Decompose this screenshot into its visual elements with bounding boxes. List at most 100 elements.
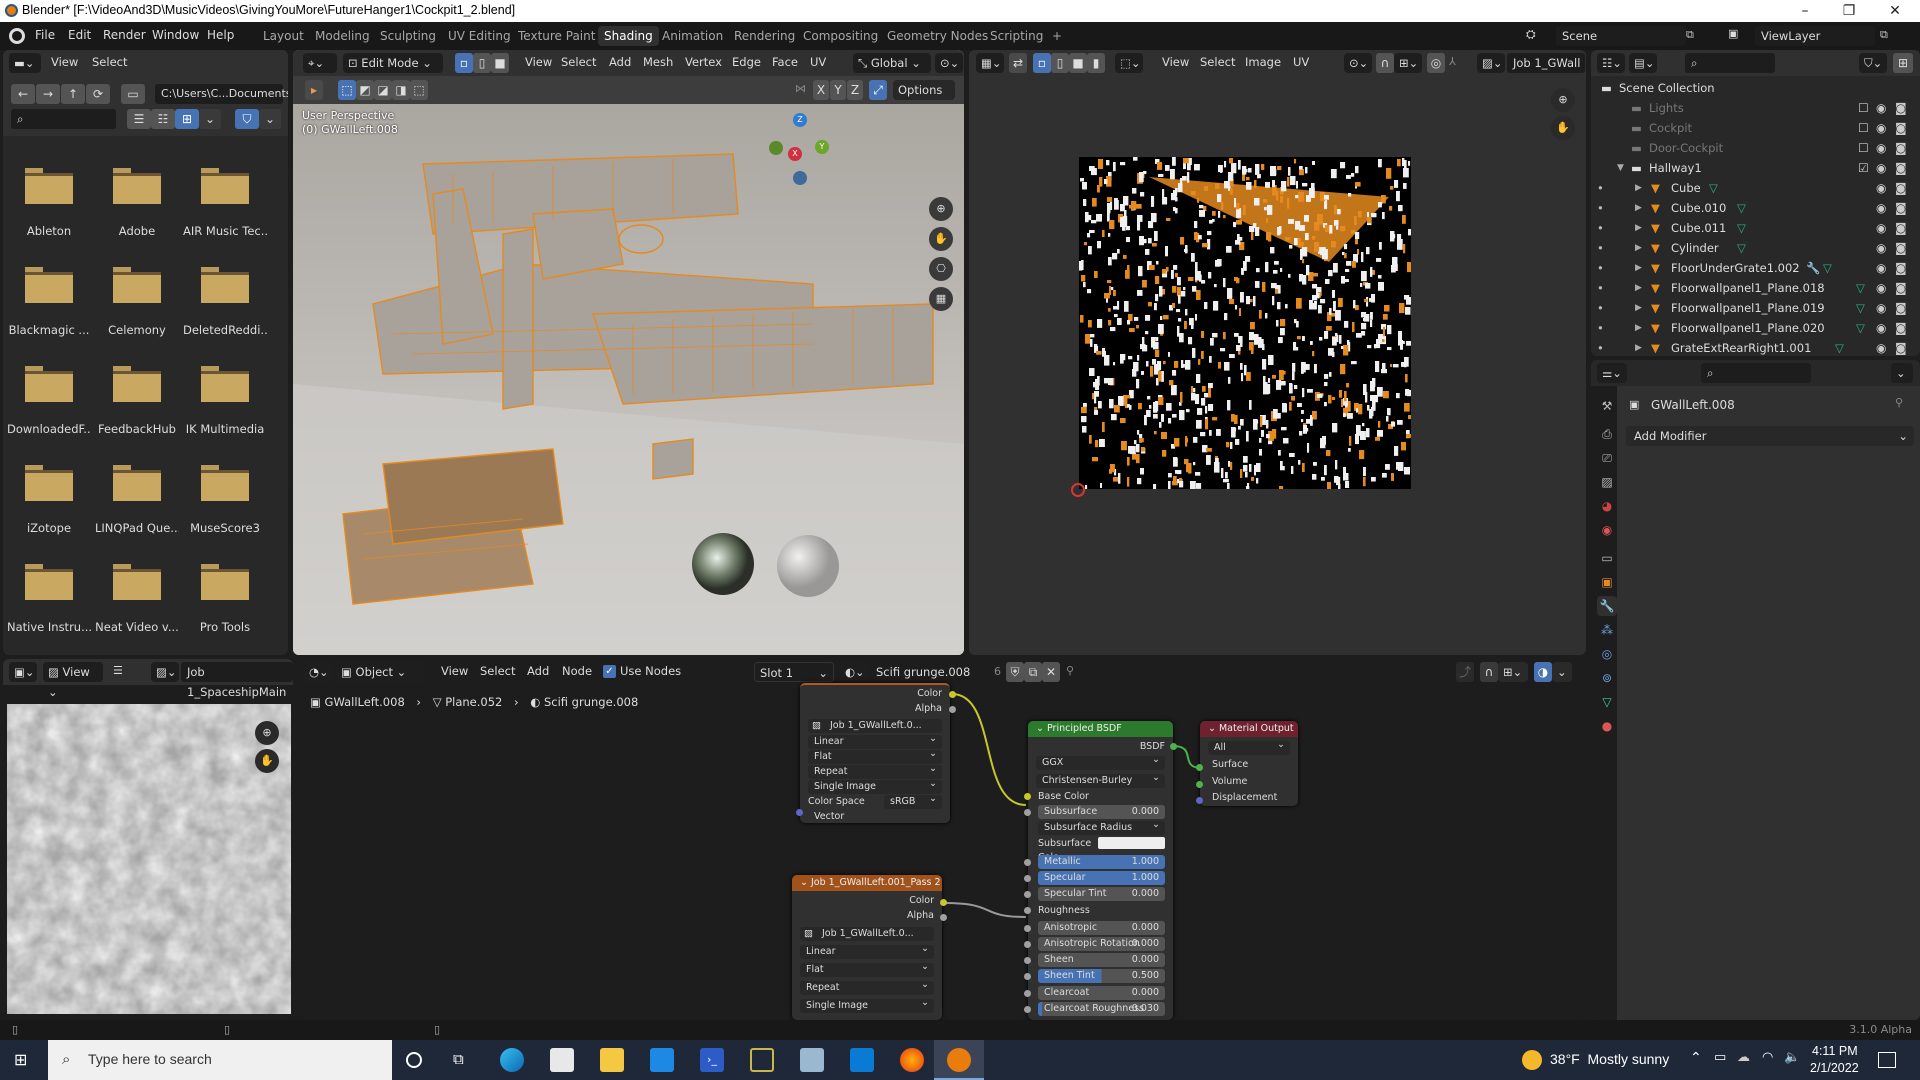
socket-metallic[interactable]: [1024, 859, 1031, 866]
editor-type-image-icon[interactable]: ▣⌄: [9, 662, 37, 682]
subsurface-method-dropdown[interactable]: Christensen-Burley: [1036, 771, 1165, 788]
camera-view-icon[interactable]: ⎔: [929, 257, 953, 281]
mirror-y-toggle[interactable]: Y: [830, 80, 846, 100]
outliner-collection-row[interactable]: ▬ Door-Cockpit ☐ ◉ ◙: [1591, 138, 1920, 158]
outliner-collection-row[interactable]: ▬ Cockpit ☐ ◉ ◙: [1591, 118, 1920, 138]
outliner-object-row[interactable]: • ▶ ▼ FloorUnderGrate1.002 🔧 ▽ ◉ ◙: [1591, 258, 1920, 278]
face-select-icon[interactable]: ■: [491, 53, 509, 73]
view-dropdown[interactable]: ▨ View ⌄: [43, 662, 103, 699]
directory-path-field[interactable]: C:\Users\C...Documents\: [155, 84, 288, 104]
editor-type-3d-icon[interactable]: ⌖⌄: [303, 53, 337, 73]
mesh-data-icon[interactable]: ▽: [1737, 218, 1746, 238]
camera-icon[interactable]: ◙: [1895, 198, 1907, 218]
socket-color[interactable]: [949, 691, 956, 698]
camera-icon[interactable]: ◙: [1895, 158, 1907, 178]
socket-alpha[interactable]: [940, 914, 947, 921]
image-name-field[interactable]: Job 1_SpaceshipMain: [181, 662, 293, 699]
param-clearcoat-roughness[interactable]: Clearcoat Roughness 0.030: [1038, 1002, 1165, 1016]
transform-orientation-selector[interactable]: ⤡ Global ⌄: [853, 53, 931, 73]
material-tab-icon[interactable]: ●: [1597, 716, 1617, 736]
socket-bsdf[interactable]: [1170, 743, 1177, 750]
param-specular[interactable]: Specular 1.000: [1038, 871, 1165, 885]
folder-item[interactable]: IK Multimedia: [183, 366, 267, 436]
expand-arrow-icon[interactable]: ▶: [1635, 198, 1642, 218]
select-intersect-icon[interactable]: ⬚: [410, 80, 428, 100]
interpolation-dropdown[interactable]: Linear: [800, 942, 934, 959]
menu-select[interactable]: Select: [92, 55, 127, 69]
expand-arrow-icon[interactable]: ▶: [1635, 318, 1642, 338]
image-texture-node-1[interactable]: Color Alpha ▨ Job 1_GWallLeft.0... Linear…: [800, 683, 950, 823]
menu-view[interactable]: View: [1162, 55, 1189, 69]
pan-hand-icon[interactable]: ✋: [255, 749, 279, 773]
param-metallic[interactable]: Metallic 1.000: [1038, 855, 1165, 869]
exclude-checkbox[interactable]: ☐: [1858, 138, 1869, 158]
mirror-icon[interactable]: ⋈: [795, 82, 806, 95]
socket-anisotropic[interactable]: [1024, 925, 1031, 932]
param-sheen[interactable]: Sheen 0.000: [1038, 953, 1165, 967]
file-explorer-icon[interactable]: [600, 1048, 624, 1072]
subsurface-color-swatch[interactable]: [1098, 837, 1165, 849]
subsurface-radius-dropdown[interactable]: Subsurface Radius: [1038, 818, 1165, 835]
socket-specular[interactable]: [1024, 875, 1031, 882]
outliner-object-row[interactable]: • ▶ ▼ Floorwallpanel1_Plane.018 ▽ ◉ ◙: [1591, 278, 1920, 298]
task-view-icon[interactable]: ⧉: [453, 1050, 464, 1068]
param-anisotropic-rotation[interactable]: Anisotropic Rotation 0.000: [1038, 937, 1165, 951]
uv-texture-image[interactable]: [1079, 157, 1414, 496]
source-dropdown[interactable]: Single Image: [800, 996, 934, 1013]
uv-snap-icon[interactable]: ∩: [1376, 53, 1394, 73]
volume-icon[interactable]: 🔈: [1784, 1050, 1800, 1065]
show-hidden-icons-chevron[interactable]: ⌃: [1690, 1050, 1702, 1066]
clock-date[interactable]: 2/1/2022: [1810, 1061, 1859, 1075]
hamburger-menu-icon[interactable]: ☰: [113, 664, 123, 677]
mirror-z-toggle[interactable]: Z: [847, 80, 863, 100]
menu-file[interactable]: File: [35, 28, 55, 42]
pan-hand-icon[interactable]: ✋: [929, 227, 953, 251]
view-layer-icon[interactable]: ▣: [1728, 27, 1738, 40]
eye-icon[interactable]: ◉: [1876, 298, 1886, 318]
uv-island-select-icon[interactable]: ▮: [1087, 53, 1105, 73]
param-specular-tint[interactable]: Specular Tint 0.000: [1038, 887, 1165, 901]
outliner-object-row[interactable]: • ▶ ▼ Cylinder ▽ ◉ ◙: [1591, 238, 1920, 258]
pan-hand-icon[interactable]: ✋: [1551, 116, 1575, 140]
camera-icon[interactable]: ◙: [1895, 298, 1907, 318]
projection-dropdown[interactable]: Flat: [808, 747, 942, 764]
gizmo-neg-z[interactable]: [793, 171, 807, 185]
socket-sheen-tint[interactable]: [1024, 973, 1031, 980]
outliner-object-row[interactable]: • ▶ ▼ Cube.010 ▽ ◉ ◙: [1591, 198, 1920, 218]
eye-icon[interactable]: ◉: [1876, 318, 1886, 338]
refresh-icon[interactable]: ⟳: [86, 84, 110, 104]
collection-tab-icon[interactable]: ▭: [1597, 548, 1617, 568]
expand-arrow-icon[interactable]: ▶: [1635, 298, 1642, 318]
camera-icon[interactable]: ◙: [1895, 118, 1907, 138]
outliner-scene-collection[interactable]: ▬ Scene Collection: [1591, 78, 1920, 98]
modifier-tab-icon[interactable]: 🔧: [1597, 596, 1617, 616]
distribution-dropdown[interactable]: GGX: [1036, 753, 1165, 770]
image-selector[interactable]: ▨ Job 1_GWallLeft.0...: [800, 927, 934, 941]
new-scene-icon[interactable]: ⧉: [1686, 28, 1694, 42]
tab-scripting[interactable]: Scripting: [984, 26, 1049, 46]
vertical-list-icon[interactable]: ☰: [127, 109, 151, 129]
select-subtract-icon[interactable]: ◪: [374, 80, 392, 100]
vscode-icon[interactable]: [850, 1048, 874, 1072]
menu-edit[interactable]: Edit: [68, 28, 91, 42]
socket-color[interactable]: [940, 899, 947, 906]
powershell-icon[interactable]: ›_: [700, 1048, 724, 1072]
minimize-button[interactable]: –: [1782, 0, 1828, 22]
file-search-input[interactable]: ⌕: [11, 109, 116, 129]
expand-arrow-icon[interactable]: ▶: [1635, 218, 1642, 238]
scene-selector[interactable]: Scene: [1556, 26, 1686, 46]
3d-viewport-area[interactable]: ⌖⌄ ⊡ Edit Mode ⌄ ▫ ▯ ■ View Select Add M…: [293, 50, 964, 655]
camera-icon[interactable]: ◙: [1895, 138, 1907, 158]
folder-item[interactable]: iZotope: [7, 465, 91, 535]
socket-displacement[interactable]: [1196, 797, 1203, 804]
uv-vertex-select-icon[interactable]: ▫: [1033, 53, 1051, 73]
weather-label[interactable]: 38°F Mostly sunny: [1550, 1051, 1669, 1067]
tab-geometry-nodes[interactable]: Geometry Nodes: [881, 26, 994, 46]
folder-item[interactable]: LINQPad Que...: [95, 465, 179, 535]
physics-tab-icon[interactable]: ◎: [1597, 644, 1617, 664]
image-selector[interactable]: ▨ Job 1_GWallLeft.0...: [808, 719, 942, 733]
uv-edge-select-icon[interactable]: ▯: [1051, 53, 1069, 73]
image-texture-node-2[interactable]: ⌄ Job 1_GWallLeft.001_Pass 2 Color Alpha…: [792, 875, 942, 1020]
outliner-object-row[interactable]: • ▶ ▼ Floorwallpanel1_Plane.019 ▽ ◉ ◙: [1591, 298, 1920, 318]
outliner-collection-row[interactable]: ▼ ▬ Hallway1 ☑ ◉ ◙: [1591, 158, 1920, 178]
